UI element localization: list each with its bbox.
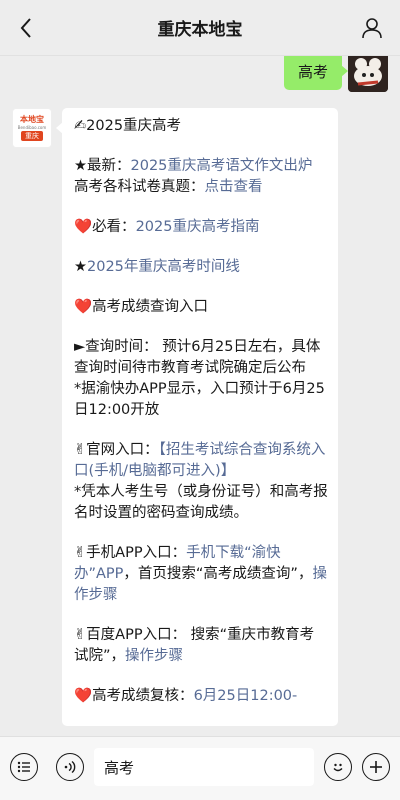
- victory-hand-icon: ✌: [74, 442, 87, 458]
- bot-logo-city: 重庆: [21, 131, 43, 141]
- reply-must-read: ❤️必看：2025重庆高考指南: [74, 219, 260, 235]
- reply-timeline: ★2025年重庆高考时间线: [74, 257, 328, 278]
- chat-title: 重庆本地宝: [157, 20, 243, 40]
- heart-icon: ❤️: [74, 299, 93, 315]
- heart-icon: ❤️: [74, 688, 93, 704]
- profile-icon[interactable]: [356, 12, 388, 44]
- writing-hand-icon: ✍: [74, 118, 87, 134]
- voice-icon[interactable]: [56, 753, 84, 781]
- plus-icon[interactable]: [362, 753, 390, 781]
- reply-official: ✌官网入口：【招生考试综合查询系统入口(手机/电脑都可进入)】: [74, 442, 326, 479]
- papers-link[interactable]: 点击查看: [205, 179, 263, 195]
- bot-avatar[interactable]: 本地宝 Bendibao.com 重庆: [12, 108, 52, 148]
- chat-header: 重庆本地宝: [0, 0, 400, 56]
- menu-list-icon[interactable]: [10, 753, 38, 781]
- reply-score-heading: ❤️高考成绩查询入口: [74, 299, 209, 315]
- latest-link[interactable]: 2025重庆高考语文作文出炉: [131, 158, 313, 174]
- back-icon[interactable]: [10, 12, 42, 44]
- bot-reply-bubble: ✍2025重庆高考 ★最新：2025重庆高考语文作文出炉 高考各科试卷真题：点击…: [56, 108, 338, 726]
- victory-hand-icon: ✌: [74, 545, 87, 561]
- chat-area[interactable]: 高考 本地宝 Bendibao.com 重庆 ✍2025重庆高考 ★最新：202…: [0, 56, 400, 736]
- review-link[interactable]: 6月25日12:00-: [194, 688, 298, 704]
- emoji-icon[interactable]: [324, 753, 352, 781]
- reply-app-note: *据渝快办APP显示，入口预计于6月25日12:00开放: [74, 381, 325, 418]
- reply-mobile: ✌手机APP入口：手机下载“渝快办”APP，首页搜索“高考成绩查询”，操作步骤: [74, 545, 327, 603]
- reply-baidu: ✌百度APP入口： 搜索“重庆市教育考试院”，操作步骤: [74, 627, 315, 664]
- input-bar: 高考: [0, 736, 400, 800]
- timeline-link[interactable]: 2025年重庆高考时间线: [87, 259, 240, 275]
- bot-logo-text: 本地宝: [20, 115, 44, 124]
- guide-link[interactable]: 2025重庆高考指南: [136, 219, 260, 235]
- reply-review: ❤️高考成绩复核：6月25日12:00-: [74, 688, 298, 704]
- user-bubble[interactable]: 高考: [283, 56, 349, 90]
- reply-official-note: *凭本人考生号（或身份证号）和高考报名时设置的密码查询成绩。: [74, 484, 328, 521]
- reply-latest: ★最新：2025重庆高考语文作文出炉: [74, 158, 313, 174]
- star-icon: ★: [74, 259, 87, 275]
- user-avatar[interactable]: [348, 56, 388, 92]
- victory-hand-icon: ✌: [74, 627, 87, 643]
- reply-title: ✍2025重庆高考: [74, 118, 182, 134]
- message-input[interactable]: 高考: [94, 748, 314, 786]
- reply-papers: 高考各科试卷真题：点击查看: [74, 179, 263, 195]
- user-message: 高考: [0, 56, 400, 112]
- reply-query-time: ►查询时间： 预计6月25日左右，具体查询时间待市教育考试院确定后公布: [74, 339, 321, 376]
- baidu-steps-link[interactable]: 操作步骤: [125, 648, 183, 664]
- heart-icon: ❤️: [74, 219, 93, 235]
